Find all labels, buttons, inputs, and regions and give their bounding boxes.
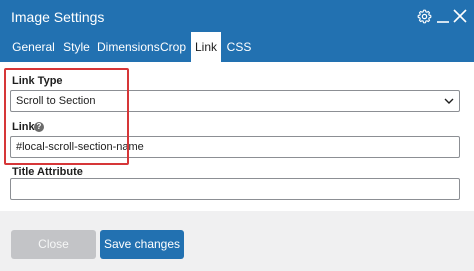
close-icon[interactable] bbox=[451, 7, 468, 25]
save-changes-button[interactable]: Save changes bbox=[100, 230, 184, 259]
title-attribute-input[interactable] bbox=[10, 178, 460, 200]
chevron-down-icon bbox=[444, 98, 454, 104]
minimize-icon[interactable] bbox=[434, 7, 451, 25]
gear-icon[interactable] bbox=[416, 7, 433, 25]
dialog-title: Image Settings bbox=[11, 9, 105, 25]
title-attribute-label: Title Attribute bbox=[12, 166, 83, 178]
tab-crop[interactable]: Crop bbox=[158, 32, 188, 62]
tab-bar: General Style Dimensions Crop Link CSS bbox=[0, 32, 474, 62]
tab-css[interactable]: CSS bbox=[225, 32, 253, 62]
highlight-box bbox=[4, 68, 129, 165]
tab-link[interactable]: Link bbox=[191, 32, 221, 62]
tab-style[interactable]: Style bbox=[61, 32, 92, 62]
dialog-header: Image Settings General Style Dimensions … bbox=[0, 0, 474, 62]
tab-dimensions[interactable]: Dimensions bbox=[97, 32, 160, 62]
tab-general[interactable]: General bbox=[11, 32, 56, 62]
close-button[interactable]: Close bbox=[11, 230, 96, 259]
